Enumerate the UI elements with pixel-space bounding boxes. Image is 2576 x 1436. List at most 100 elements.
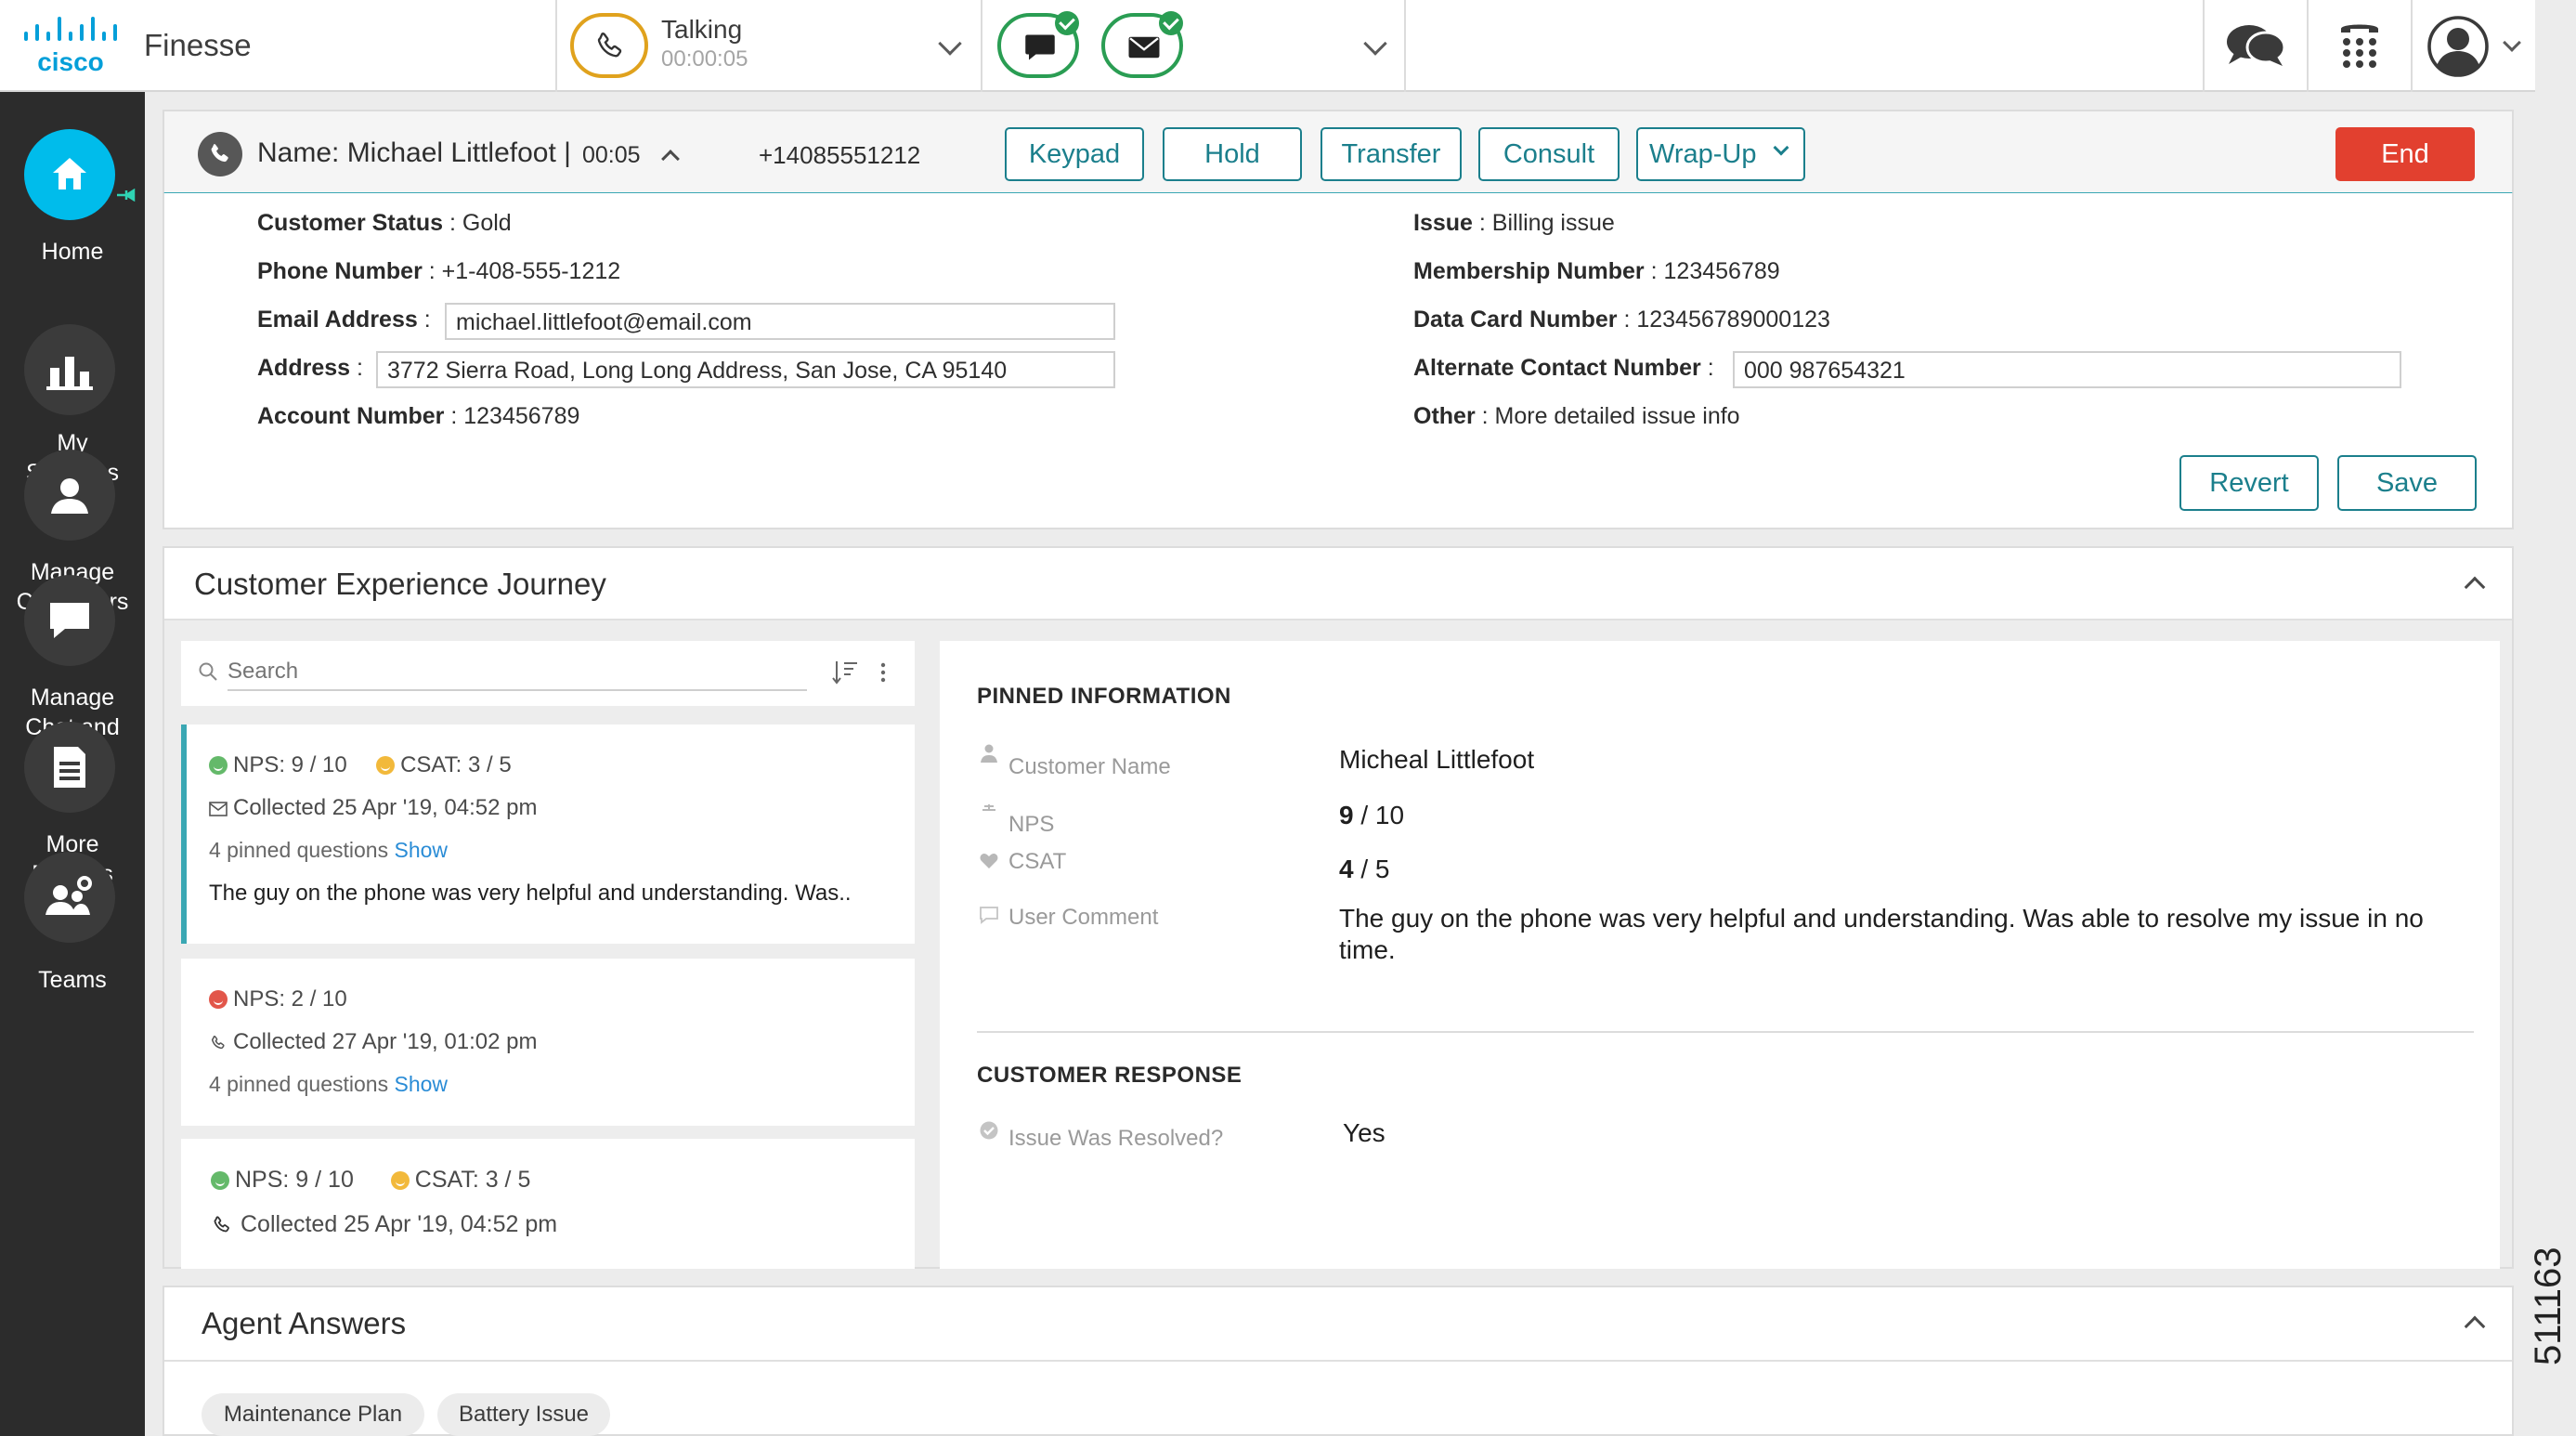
cisco-logo: cisco: [24, 17, 117, 76]
call-variables-panel: Customer Status : Gold Phone Number : +1…: [163, 193, 2514, 529]
answer-tag[interactable]: Maintenance Plan: [202, 1393, 424, 1436]
smile-icon: [209, 756, 228, 775]
divider: [1404, 0, 1406, 92]
more-options-icon[interactable]: [879, 661, 887, 684]
address-input[interactable]: 3772 Sierra Road, Long Long Address, San…: [376, 351, 1115, 388]
divider: [555, 0, 557, 92]
user-profile-menu[interactable]: [2413, 0, 2533, 92]
voice-timer: 00:00:05: [661, 46, 748, 72]
nps-label: NPS: [1008, 812, 1055, 837]
membership-number-field: Membership Number : 123456789: [1413, 258, 1780, 284]
consult-button[interactable]: Consult: [1478, 127, 1620, 181]
issue-resolved-value: Yes: [1343, 1118, 1386, 1147]
collapse-agent-answers-chevron-icon[interactable]: [2464, 1315, 2486, 1338]
sort-icon[interactable]: [831, 659, 859, 685]
team-settings-icon: [24, 852, 115, 943]
voice-state-button[interactable]: [570, 13, 648, 78]
divider: [164, 1360, 2512, 1362]
journey-header: Customer Experience Journey: [164, 548, 2512, 620]
voice-dropdown-chevron-icon[interactable]: [938, 32, 962, 56]
collapse-call-chevron-icon[interactable]: [661, 150, 680, 168]
email-media-button[interactable]: [1101, 11, 1183, 78]
team-messages-button[interactable]: [2205, 0, 2307, 92]
comment-icon: [980, 907, 998, 924]
avatar-icon: [2427, 15, 2489, 77]
transfer-button[interactable]: Transfer: [1321, 127, 1462, 181]
call-timer: 00:05: [582, 142, 641, 168]
wrapup-button[interactable]: Wrap-Up: [1636, 127, 1805, 181]
caller-number: +14085551212: [759, 141, 921, 169]
hold-button[interactable]: Hold: [1163, 127, 1302, 181]
ready-check-icon: [1055, 11, 1079, 35]
other-field: Other : More detailed issue info: [1413, 403, 1740, 429]
card-collected: Collected 25 Apr '19, 04:52 pm: [211, 1211, 557, 1238]
journey-title: Customer Experience Journey: [194, 567, 606, 601]
card-pinned-questions: 4 pinned questions Show: [209, 1072, 449, 1096]
sidebar-item-home[interactable]: Home: [0, 129, 145, 268]
user-comment-label: User Comment: [1008, 905, 1159, 930]
customer-experience-journey: Customer Experience Journey NPS: 9 / 10 …: [163, 546, 2514, 1269]
bar-chart-icon: [24, 324, 115, 415]
answer-tag[interactable]: Battery Issue: [437, 1393, 610, 1436]
check-circle-icon: [980, 1121, 998, 1140]
save-button[interactable]: Save: [2337, 455, 2477, 511]
report-icon: [24, 722, 115, 813]
wrapup-chevron-icon: [1773, 139, 1789, 156]
email-address-label: Email Address :: [257, 307, 431, 333]
agent-answers-section: Agent Answers Maintenance Plan Battery I…: [163, 1286, 2514, 1436]
chat-bubble-icon: [24, 575, 115, 666]
journey-search-bar: [181, 641, 915, 706]
search-icon: [199, 662, 217, 681]
dialpad-button[interactable]: [2309, 0, 2411, 92]
person-icon: [981, 744, 997, 763]
journey-card[interactable]: NPS: 9 / 10 CSAT: 3 / 5 Collected 25 Apr…: [181, 725, 915, 944]
sidebar-item-teams[interactable]: Teams: [0, 852, 145, 1010]
sidebar: Home MyStatistics ManageCustomers Manage…: [0, 92, 145, 1436]
journey-card[interactable]: NPS: 9 / 10 CSAT: 3 / 5 Collected 25 Apr…: [181, 1139, 915, 1269]
customer-name-value: Micheal Littlefoot: [1339, 745, 1535, 774]
customer-response-heading: CUSTOMER RESPONSE: [977, 1063, 1242, 1088]
phone-icon: [214, 1216, 229, 1233]
csat-label: CSAT: [1008, 849, 1067, 874]
sidebar-item-label: Home: [41, 239, 104, 265]
user-comment-value: The guy on the phone was very helpful an…: [1339, 904, 2424, 964]
wrapup-label: Wrap-Up: [1649, 138, 1757, 169]
show-link[interactable]: Show: [395, 838, 449, 862]
home-icon: [24, 129, 115, 220]
show-link[interactable]: Show: [395, 1072, 449, 1096]
journey-search-input[interactable]: [228, 654, 807, 691]
account-number-field: Account Number : 123456789: [257, 403, 580, 429]
journey-detail-pane: PINNED INFORMATION Customer Name Micheal…: [940, 641, 2500, 1269]
sidebar-item-label: Teams: [38, 967, 107, 993]
call-control-bar: Name: Michael Littlefoot | 00:05 +140855…: [163, 110, 2514, 195]
media-dropdown-chevron-icon[interactable]: [1363, 32, 1387, 56]
phone-icon: [211, 1036, 225, 1050]
divider: [981, 0, 982, 92]
app-name: Finesse: [144, 28, 252, 62]
neutral-face-icon: [376, 756, 396, 775]
journey-card[interactable]: NPS: 2 / 10 Collected 27 Apr '19, 01:02 …: [181, 959, 915, 1126]
alternate-contact-input[interactable]: 000 987654321: [1733, 351, 2401, 388]
divider: [977, 1031, 2474, 1033]
card-collected: Collected 27 Apr '19, 01:02 pm: [209, 1029, 537, 1055]
email-address-input[interactable]: michael.littlefoot@email.com: [445, 303, 1115, 340]
voice-status: Talking: [661, 15, 743, 44]
phone-icon: [198, 132, 242, 176]
card-comment: The guy on the phone was very helpful an…: [209, 881, 852, 906]
agent-answers-title: Agent Answers: [202, 1306, 407, 1340]
keypad-button[interactable]: Keypad: [1005, 127, 1144, 181]
issue-field: Issue : Billing issue: [1413, 210, 1615, 236]
pinned-information-heading: PINNED INFORMATION: [977, 684, 1231, 709]
end-call-button[interactable]: End: [2335, 127, 2475, 181]
collapse-journey-chevron-icon[interactable]: [2464, 576, 2486, 598]
card-scores: NPS: 9 / 10 CSAT: 3 / 5: [209, 752, 512, 778]
revert-button[interactable]: Revert: [2179, 455, 2319, 511]
person-icon: [24, 450, 115, 541]
card-collected: Collected 25 Apr '19, 04:52 pm: [209, 795, 537, 821]
ready-check-icon: [1159, 11, 1183, 35]
neutral-face-icon: [390, 1171, 410, 1190]
figure-id: 511163: [2528, 1247, 2569, 1365]
chat-icon: [1025, 34, 1055, 60]
chat-media-button[interactable]: [997, 11, 1079, 78]
customer-status-field: Customer Status : Gold: [257, 210, 512, 236]
